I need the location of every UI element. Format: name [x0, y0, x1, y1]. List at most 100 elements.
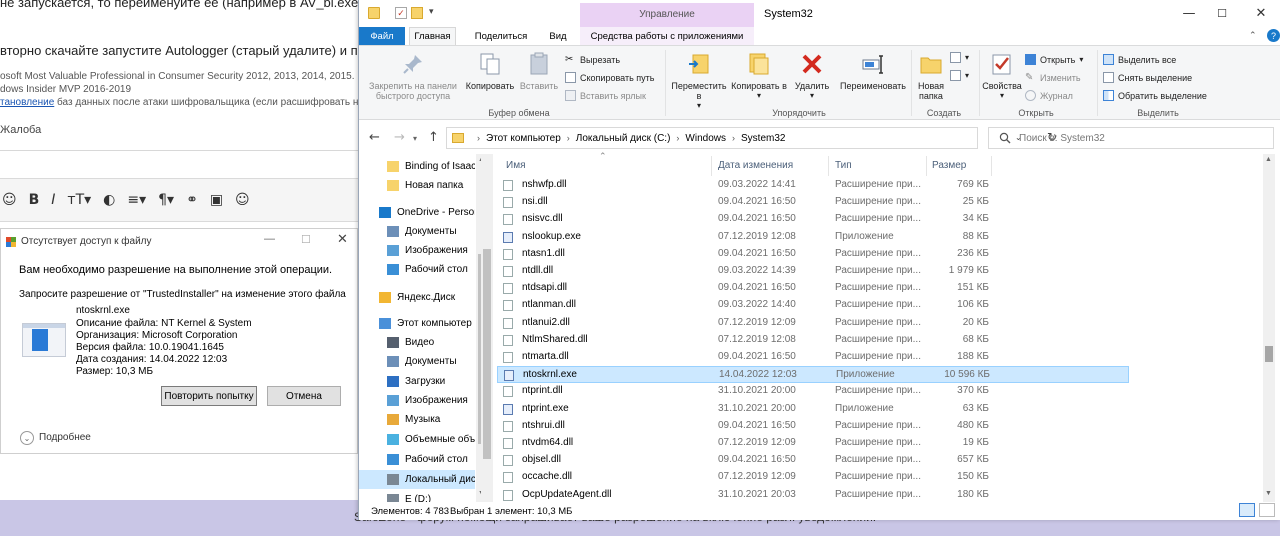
column-header-date[interactable]: Дата изменения	[718, 160, 793, 171]
edit-button[interactable]: ✎ Изменить	[1025, 72, 1081, 83]
new-item-button[interactable]: ▾	[950, 52, 969, 63]
explorer-titlebar[interactable]: ✓ ▾ Управление System32 — ☐ ✕	[359, 0, 1280, 27]
table-row[interactable]: nsisvc.dll 09.04.2021 16:50 Расширение при…	[497, 211, 1129, 228]
italic-icon[interactable]: I	[51, 192, 55, 208]
sidebar-item[interactable]: Музыка	[359, 410, 475, 429]
tab-share[interactable]: Поделиться	[466, 27, 536, 45]
table-row[interactable]: occache.dll 07.12.2019 12:09 Расширение пр…	[497, 469, 1129, 486]
table-row[interactable]: objsel.dll 09.04.2021 16:50 Расширение при…	[497, 452, 1129, 469]
table-row[interactable]: nsi.dll 09.04.2021 16:50 Расширение при...…	[497, 194, 1129, 211]
sidebar-item[interactable]: Binding of Isaac	[359, 157, 475, 176]
chevron-right-icon[interactable]: ›	[567, 133, 570, 143]
file-list-scrollbar[interactable]: ▲ ▼	[1263, 154, 1275, 502]
sidebar-item[interactable]: Рабочий стол	[359, 450, 475, 469]
table-row[interactable]: ntdsapi.dll 09.04.2021 16:50 Расширение пр…	[497, 280, 1129, 297]
properties-button[interactable]: Свойства ▾	[981, 52, 1023, 101]
large-icons-view-icon[interactable]	[1259, 503, 1275, 517]
paste-shortcut-button[interactable]: Вставить ярлык	[565, 90, 646, 101]
align-icon[interactable]: ≡▾	[127, 192, 146, 208]
palette-icon[interactable]: ◐	[103, 192, 115, 208]
new-folder-quick-icon[interactable]	[411, 7, 423, 19]
chevron-up-icon[interactable]: ⌃	[1249, 30, 1257, 41]
table-row[interactable]: ntmarta.dll 09.04.2021 16:50 Расширение пр…	[497, 349, 1129, 366]
paste-button[interactable]: Вставить	[517, 52, 561, 91]
scrollbar-thumb[interactable]	[483, 249, 491, 459]
retry-button[interactable]: Повторить попытку	[161, 386, 257, 406]
table-row[interactable]: ntprint.dll 31.10.2021 20:00 Расширение пр…	[497, 383, 1129, 400]
sidebar-item[interactable]: Рабочий стол	[359, 260, 475, 279]
scrollbar-thumb[interactable]	[1265, 346, 1273, 362]
chevron-right-icon[interactable]: ›	[676, 133, 679, 143]
chevron-down-icon[interactable]: ▾	[429, 6, 439, 18]
column-separator[interactable]	[828, 156, 829, 176]
column-separator[interactable]	[991, 156, 992, 176]
tab-view[interactable]: Вид	[542, 27, 574, 45]
select-none-button[interactable]: Снять выделение	[1103, 72, 1192, 83]
select-all-button[interactable]: Выделить все	[1103, 54, 1176, 65]
smile-icon[interactable]: ☺	[2, 192, 17, 208]
search-input[interactable]: Поиск в: System32	[988, 127, 1274, 149]
open-button[interactable]: Открыть ▾	[1025, 54, 1083, 65]
close-icon[interactable]: ✕	[1241, 2, 1280, 24]
sidebar-item[interactable]: Видео	[359, 333, 475, 352]
link-icon[interactable]: ⚭	[186, 192, 198, 208]
tab-home[interactable]: Главная	[409, 27, 456, 45]
cut-button[interactable]: ✂ Вырезать	[565, 54, 620, 65]
table-row[interactable]: NtlmShared.dll 07.12.2019 12:08 Расширение…	[497, 332, 1129, 349]
complaint-link[interactable]: Жалоба	[0, 124, 41, 136]
dialog-titlebar[interactable]: Отсутствует доступ к файлу — ☐ ✕	[1, 229, 357, 255]
column-header-size[interactable]: Размер	[932, 160, 966, 171]
emoji-icon[interactable]: ☺	[235, 192, 250, 208]
table-row[interactable]: ntprint.exe 31.10.2021 20:00 Приложение 63 …	[497, 401, 1129, 418]
table-row[interactable]: ntoskrnl.exe 14.04.2022 12:03 Приложение 10…	[497, 366, 1129, 384]
table-row[interactable]: ntasn1.dll 09.04.2021 16:50 Расширение при…	[497, 246, 1129, 263]
details-view-icon[interactable]	[1239, 503, 1255, 517]
help-icon[interactable]: ?	[1267, 29, 1280, 42]
table-row[interactable]: ntlanui2.dll 07.12.2019 12:09 Расширение п…	[497, 315, 1129, 332]
image-icon[interactable]: ▣	[210, 192, 223, 208]
tab-file[interactable]: Файл	[359, 27, 405, 45]
column-header-type[interactable]: Тип	[835, 160, 852, 171]
new-folder-button[interactable]: Новая папка	[912, 52, 950, 101]
chevron-down-icon[interactable]: ⌄	[20, 431, 34, 445]
chevron-right-icon[interactable]: ›	[732, 133, 735, 143]
sidebar-item[interactable]: Документы	[359, 222, 475, 241]
column-separator[interactable]	[711, 156, 712, 176]
table-row[interactable]: ntdll.dll 09.03.2022 14:39 Расширение при.…	[497, 263, 1129, 280]
table-row[interactable]: ntlanman.dll 09.03.2022 14:40 Расширение п…	[497, 297, 1129, 314]
text-size-icon[interactable]: тT▾	[67, 192, 91, 208]
table-row[interactable]: nslookup.exe 07.12.2019 12:08 Приложение 88…	[497, 229, 1129, 246]
easy-access-button[interactable]: ▾	[950, 70, 969, 81]
column-header-name[interactable]: Имя	[506, 160, 525, 171]
invert-selection-button[interactable]: Обратить выделение	[1103, 90, 1207, 101]
sidebar-item[interactable]: Яндекс.Диск	[359, 288, 475, 307]
manage-tab[interactable]: Управление	[580, 3, 754, 27]
sidebar-item[interactable]: E (D:)	[359, 490, 475, 502]
table-row[interactable]: ntshrui.dll 09.04.2021 16:50 Расширение пр…	[497, 418, 1129, 435]
delete-button[interactable]: Удалить ▾	[790, 52, 834, 101]
history-button[interactable]: Журнал	[1025, 90, 1073, 101]
breadcrumb-this-pc[interactable]: Этот компьютер	[486, 133, 561, 144]
copy-to-button[interactable]: Копировать в ▾	[730, 52, 788, 101]
column-separator[interactable]	[926, 156, 927, 176]
breadcrumb-system32[interactable]: System32	[741, 133, 785, 144]
breadcrumb-windows[interactable]: Windows	[685, 133, 726, 144]
sidebar-item[interactable]: Изображения	[359, 391, 475, 410]
forward-arrow-icon[interactable]: →	[394, 130, 405, 145]
sidebar-item[interactable]: Загрузки	[359, 372, 475, 391]
sidebar-item[interactable]: Объемные объ	[359, 430, 475, 449]
copy-path-button[interactable]: Скопировать путь	[565, 72, 654, 83]
minimize-icon[interactable]: —	[264, 233, 275, 245]
paragraph-icon[interactable]: ¶▾	[158, 192, 174, 208]
details-toggle[interactable]: Подробнее	[39, 432, 91, 443]
copy-button[interactable]: Копировать	[463, 52, 517, 91]
breadcrumb-local-disk[interactable]: Локальный диск (C:)	[576, 133, 671, 144]
signature-link[interactable]: тановление	[0, 97, 54, 108]
back-arrow-icon[interactable]: ←	[369, 130, 380, 145]
tab-app-tools[interactable]: Средства работы с приложениями	[580, 27, 754, 45]
table-row[interactable]: nshwfp.dll 09.03.2022 14:41 Расширение при…	[497, 177, 1129, 194]
nav-scrollbar-track[interactable]	[481, 154, 493, 502]
sidebar-item[interactable]: Изображения	[359, 241, 475, 260]
properties-quick-icon[interactable]: ✓	[395, 7, 407, 19]
pin-quick-access-button[interactable]: Закрепить на панели быстрого доступа	[365, 52, 461, 101]
